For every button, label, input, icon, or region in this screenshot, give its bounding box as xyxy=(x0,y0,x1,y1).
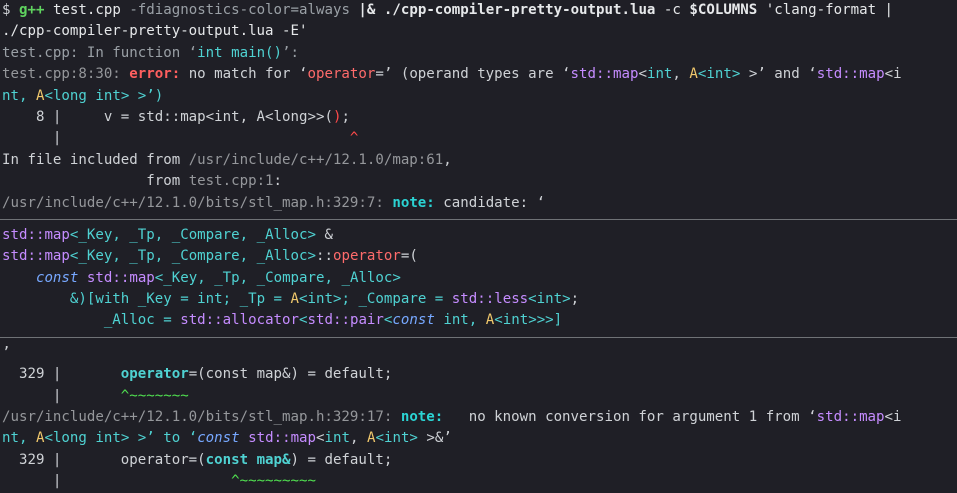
error-caret: ^ xyxy=(349,130,359,147)
source-line-8: 8 | v = std::map<int, A<long>>(); xyxy=(2,108,350,125)
candidate-signature-line: &)[with _Key = int; _Tp = A<int>; _Compa… xyxy=(2,291,580,308)
command-line: $ g++ test.cpp -fdiagnostics-color=alway… xyxy=(2,2,894,18)
error-label: error: xyxy=(129,66,181,83)
command-name: g++ xyxy=(18,2,45,18)
divider xyxy=(0,218,957,220)
note-label: note: xyxy=(392,194,435,211)
quote-close-line: ’ xyxy=(2,344,11,361)
candidate-signature-line: std::map<_Key, _Tp, _Compare, _Alloc> & xyxy=(2,226,333,243)
prompt: $ xyxy=(2,2,19,18)
command-line-continuation: ./cpp-compiler-pretty-output.lua -E' xyxy=(2,23,308,40)
caret-line: | ^~~~~~~~~~ xyxy=(2,473,316,490)
divider xyxy=(0,336,957,338)
caret-line: | ^~~~~~~~ xyxy=(2,387,189,404)
candidate-signature-line: _Alloc = std::allocator<std::pair<const … xyxy=(2,312,563,329)
error-line-continuation: nt, A<long int> >’) xyxy=(2,87,164,104)
source-line-329: 329 | operator=(const map&) = default; xyxy=(2,366,393,383)
included-from-line-2: from test.cpp:1: xyxy=(2,173,283,190)
note-conversion-continuation: nt, A<long int> >’ to ‘const std::map<in… xyxy=(2,430,452,447)
terminal-window[interactable]: $ g++ test.cpp -fdiagnostics-color=alway… xyxy=(0,0,957,489)
source-line-329: 329 | operator=(const map&) = default; xyxy=(2,451,393,468)
error-line: test.cpp:8:30: error: no match for ‘oper… xyxy=(2,66,902,83)
caret-line: | ^ xyxy=(2,130,359,147)
in-function-line: test.cpp: In function ‘int main()’: xyxy=(2,44,300,61)
candidate-signature-line: std::map<_Key, _Tp, _Compare, _Alloc>::o… xyxy=(2,248,418,265)
included-from-line: In file included from /usr/include/c++/1… xyxy=(2,151,452,168)
candidate-signature-line: const std::map<_Key, _Tp, _Compare, _All… xyxy=(35,269,401,286)
note-conversion-line: /usr/include/c++/12.1.0/bits/stl_map.h:3… xyxy=(2,409,902,426)
note-candidate-line: /usr/include/c++/12.1.0/bits/stl_map.h:3… xyxy=(2,194,546,211)
line-gutter: 8 | xyxy=(2,108,87,125)
